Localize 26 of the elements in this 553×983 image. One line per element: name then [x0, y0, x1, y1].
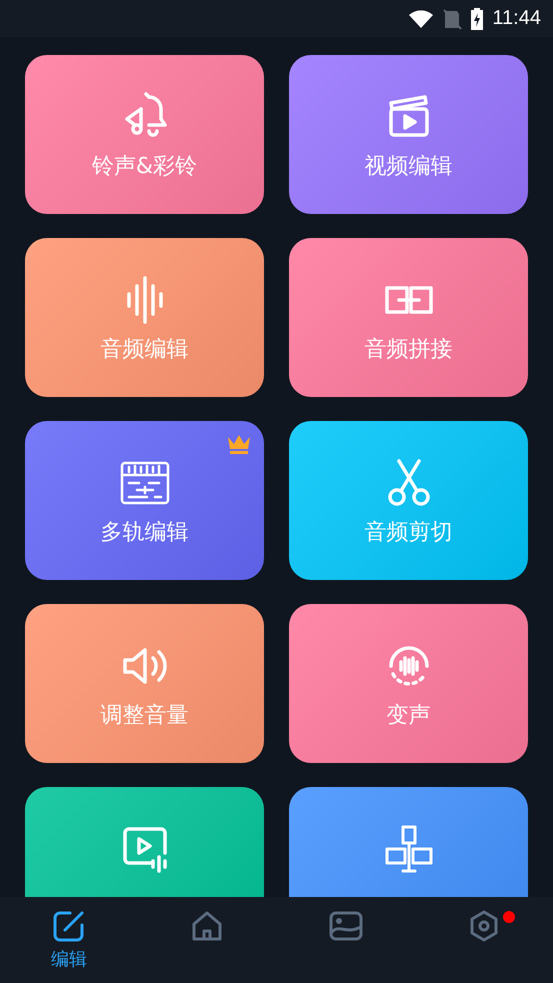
tile-label: 调整音量 [100, 702, 188, 730]
image-icon [328, 909, 364, 943]
feature-tile[interactable]: 调整音量 [25, 604, 264, 763]
battery-charging-icon [470, 6, 484, 30]
tile-label: 音频编辑 [100, 336, 188, 364]
tile-label: 视频编辑 [364, 153, 452, 181]
feature-tile[interactable]: 变声 [289, 604, 528, 763]
feature-tile[interactable]: 铃声&彩铃 [25, 55, 264, 214]
feature-tile[interactable]: 多轨编辑 [25, 421, 264, 580]
no-sim-icon [442, 8, 462, 30]
tile-label: 音频剪切 [364, 519, 452, 547]
edit-icon [52, 909, 86, 943]
tile-label: 音频拼接 [364, 336, 452, 364]
home-icon [190, 909, 224, 943]
feature-tile[interactable]: 视频编辑 [289, 55, 528, 214]
tile-label: 变声 [386, 702, 430, 730]
tile-label: 多轨编辑 [100, 519, 188, 547]
tile-label: 铃声&彩铃 [92, 153, 198, 181]
notification-dot [503, 911, 515, 923]
wifi-icon [408, 8, 434, 28]
status-time: 11:44 [492, 7, 541, 30]
feature-tile[interactable]: 音频拼接 [289, 238, 528, 397]
feature-tile[interactable]: 音频剪切 [289, 421, 528, 580]
insert-blocks-icon [382, 823, 434, 875]
feature-tile[interactable]: 音频编辑 [25, 238, 264, 397]
crown-icon [226, 433, 252, 455]
